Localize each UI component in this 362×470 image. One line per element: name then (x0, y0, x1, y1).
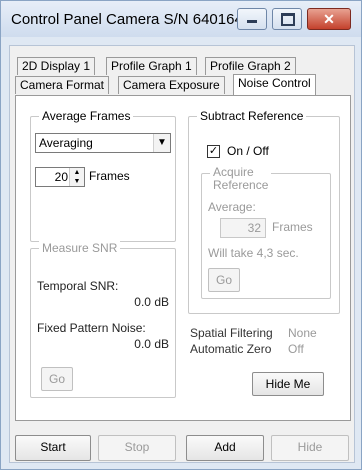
control-panel-window: Control Panel Camera S/N 640164 ✕ 2D Dis… (0, 0, 362, 470)
close-icon: ✕ (323, 11, 335, 27)
tab-profile-graph-1[interactable]: Profile Graph 1 (106, 57, 197, 75)
hide-button[interactable]: Hide (271, 435, 349, 461)
acquire-go-button[interactable]: Go (208, 268, 240, 292)
minimize-button[interactable] (237, 8, 267, 30)
fixed-pattern-noise-value: 0.0 dB (134, 337, 169, 351)
temporal-snr-value: 0.0 dB (134, 295, 169, 309)
minimize-icon (247, 20, 257, 23)
tab-2d-display-1[interactable]: 2D Display 1 (17, 57, 96, 75)
start-button[interactable]: Start (15, 435, 91, 461)
average-value-field: 32 (220, 218, 266, 238)
acquire-reference-group: Acquire Reference Average: 32 Frames Wil… (201, 166, 331, 299)
tab-profile-graph-2[interactable]: Profile Graph 2 (205, 57, 296, 75)
average-label: Average: (208, 200, 256, 214)
average-frames-title: Average Frames (39, 109, 134, 123)
acquire-reference-title: Acquire Reference (210, 166, 272, 192)
automatic-zero-value: Off (288, 342, 304, 356)
spinner-arrows-icon[interactable]: ▲ ▼ (69, 168, 84, 186)
snr-go-button[interactable]: Go (41, 367, 73, 391)
tab-camera-format[interactable]: Camera Format (15, 76, 110, 94)
averaging-mode-value: Averaging (39, 136, 93, 150)
title-bar[interactable]: Control Panel Camera S/N 640164 ✕ (1, 1, 361, 37)
window-title: Control Panel Camera S/N 640164 (11, 11, 243, 28)
acquire-frames-label: Frames (272, 220, 313, 234)
spatial-filtering-label: Spatial Filtering (190, 326, 273, 340)
maximize-button[interactable] (272, 8, 302, 30)
automatic-zero-label: Automatic Zero (190, 342, 272, 356)
average-value: 32 (247, 221, 261, 235)
tab-noise-control[interactable]: Noise Control (233, 74, 316, 95)
averaging-mode-select[interactable]: Averaging ▼ (35, 133, 171, 153)
maximize-icon (281, 13, 295, 26)
average-frames-group: Average Frames Averaging ▼ 20 ▲ ▼ Frames (30, 109, 176, 242)
onoff-label: On / Off (227, 144, 269, 158)
subtract-reference-title: Subtract Reference (197, 109, 307, 123)
stop-button[interactable]: Stop (98, 435, 176, 461)
frames-spinner-value: 20 (54, 170, 68, 184)
spatial-filtering-value: None (288, 326, 317, 340)
hide-me-button[interactable]: Hide Me (252, 372, 324, 396)
chevron-down-icon[interactable]: ▼ (153, 134, 170, 152)
subtract-reference-group: Subtract Reference ✓ On / Off Acquire Re… (188, 109, 340, 314)
noise-control-panel: Average Frames Averaging ▼ 20 ▲ ▼ Frames … (15, 95, 351, 421)
measure-snr-group: Measure SNR Temporal SNR: 0.0 dB Fixed P… (30, 241, 176, 398)
frames-spinner[interactable]: 20 ▲ ▼ (35, 167, 85, 187)
frames-label: Frames (89, 169, 130, 183)
measure-snr-title: Measure SNR (39, 241, 121, 255)
tab-camera-exposure[interactable]: Camera Exposure (118, 76, 225, 94)
will-take-label: Will take 4,3 sec. (208, 246, 299, 260)
subtract-reference-checkbox[interactable]: ✓ (207, 145, 220, 158)
close-button[interactable]: ✕ (307, 8, 351, 30)
temporal-snr-label: Temporal SNR: (37, 279, 119, 293)
fixed-pattern-noise-label: Fixed Pattern Noise: (37, 321, 146, 335)
add-button[interactable]: Add (186, 435, 264, 461)
